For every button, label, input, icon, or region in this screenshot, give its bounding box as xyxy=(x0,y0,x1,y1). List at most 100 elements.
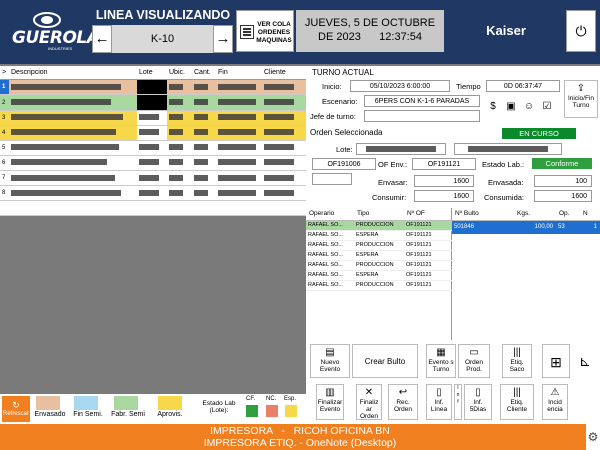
escenario-value: 6PERS CON K-1-6 PARADAS xyxy=(364,95,480,107)
cell-operario: RAFAEL SO... xyxy=(306,220,354,231)
col-header-cant[interactable]: Cant. xyxy=(192,66,216,81)
cell-fin xyxy=(216,185,262,201)
incidencia-button[interactable]: ⚠ Incid encia xyxy=(542,384,568,420)
of-value: OF191006 xyxy=(312,158,376,170)
col-header-kgs[interactable]: Kgs. xyxy=(514,208,556,221)
printer-footer[interactable]: IMPRESORA - RICOH OFICINA BN IMPRESORA E… xyxy=(0,424,600,450)
list-item[interactable]: RAFAEL SO... PRODUCCION OF191121 xyxy=(306,220,452,231)
table-row[interactable]: 4 xyxy=(0,125,306,141)
col-header-fin[interactable]: Fin xyxy=(216,66,262,81)
nuevo-evento-label: Nuevo Evento xyxy=(319,359,341,373)
inicio-label: Inicio: xyxy=(322,82,342,91)
printer-line[interactable]: IMPRESORA - RICOH OFICINA BN xyxy=(0,425,600,437)
gear-icon[interactable]: ⚙ xyxy=(586,424,600,450)
tiempo-value: 0D 06:37:47 xyxy=(486,80,560,92)
grid-icon: ▦ xyxy=(436,347,446,358)
person-icon[interactable]: ☺ xyxy=(522,100,536,114)
col-header-n[interactable]: N xyxy=(580,208,600,221)
rec-orden-label: Rec. Orden xyxy=(393,399,413,413)
eventos-turno-label: Evento s Turno xyxy=(428,359,454,373)
col-header-descripcion[interactable]: Descripcion xyxy=(9,66,137,81)
cell-operario: RAFAEL SO... xyxy=(306,270,354,281)
col-header-tipo[interactable]: Tipo xyxy=(354,208,404,221)
eventos-turno-button[interactable]: ▦ Evento s Turno xyxy=(426,344,456,378)
estado-lab-label: Estado Lab.: xyxy=(482,160,525,169)
calendar-icon[interactable]: ▣ xyxy=(504,100,518,114)
list-item[interactable]: RAFAEL SO... PRODUCCION OF191121 xyxy=(306,280,452,291)
report-icon: ▯ xyxy=(436,387,442,398)
crear-bulto-button[interactable]: Crear Bulto xyxy=(352,344,418,378)
of-env-label: OF Env.: xyxy=(378,160,408,169)
jefe-turno-value xyxy=(364,110,480,122)
cell-lote xyxy=(137,125,167,141)
row-number: 2 xyxy=(0,94,9,111)
cell-nof: OF191121 xyxy=(404,280,452,291)
etiq-saco-button[interactable]: ||| Etiq. Saco xyxy=(502,344,532,378)
finalizar-evento-button[interactable]: ▥ Finalizar Evento xyxy=(316,384,344,420)
info-marker[interactable]: Inf xyxy=(454,384,462,420)
col-header-ubic[interactable]: Ubic. xyxy=(167,66,192,81)
barcode-icon: ||| xyxy=(513,387,521,398)
col-header-op[interactable]: Op. xyxy=(556,208,580,221)
orden-prod-button[interactable]: ▭ Orden Prod. xyxy=(458,344,490,378)
estado-lab-value: Conforme xyxy=(532,158,592,169)
inicio-fin-turno-button[interactable]: ⇪ Inicio/Fin Turno xyxy=(564,80,598,118)
header-bar: GUEROLA INDUSTRIES LINEA VISUALIZANDO ← … xyxy=(0,0,600,64)
col-header-lote[interactable]: Lote xyxy=(137,66,167,81)
cell-ubic xyxy=(167,110,192,126)
list-item[interactable]: RAFAEL SO... PRODUCCION OF191121 xyxy=(306,260,452,271)
nuevo-evento-button[interactable]: ▤ Nuevo Evento xyxy=(310,344,350,378)
col-header-nof[interactable]: Nº OF xyxy=(404,208,452,221)
guerola-logo: GUEROLA INDUSTRIES xyxy=(6,10,100,54)
turno-title: TURNO ACTUAL xyxy=(312,68,374,77)
table-row[interactable]: 5 xyxy=(0,140,306,156)
next-line-button[interactable]: → xyxy=(213,25,233,53)
list-item[interactable]: 501846 100,00 53 1 xyxy=(452,220,600,234)
list-item[interactable]: RAFAEL SO... ESPERA OF191121 xyxy=(306,230,452,241)
envasada-value: 100 xyxy=(534,175,592,187)
cell-lote xyxy=(137,94,167,111)
list-item[interactable]: RAFAEL SO... ESPERA OF191121 xyxy=(306,270,452,281)
col-header-nbulto[interactable]: Nº Bulto xyxy=(452,208,514,221)
table-row[interactable]: 7 xyxy=(0,170,306,186)
prev-line-button[interactable]: ← xyxy=(92,25,112,53)
rec-orden-button[interactable]: ↩ Rec. Orden xyxy=(388,384,418,420)
estado-lab-legend-label: Estado Lab (Lote): xyxy=(202,400,236,414)
legend-swatch-aprovis xyxy=(158,396,182,410)
user-name: Kaiser xyxy=(486,23,526,38)
inf-5dias-button[interactable]: ▯ Inf. 5Dias xyxy=(464,384,492,420)
table-row[interactable]: 6 xyxy=(0,155,306,171)
col-header-cliente[interactable]: Cliente xyxy=(262,66,306,81)
refresh-button[interactable]: ↻ Refrescar xyxy=(2,396,30,422)
etiq-cliente-button[interactable]: ||| Etiq. Cliente xyxy=(500,384,534,420)
legend-swatch-fabr-semi xyxy=(114,396,138,410)
table-row[interactable]: 3 xyxy=(0,110,306,126)
forklift-button[interactable]: ⊾ xyxy=(572,344,598,378)
cell-nof: OF191121 xyxy=(404,220,452,231)
list-item[interactable]: RAFAEL SO... ESPERA OF191121 xyxy=(306,250,452,261)
finalizar-orden-button[interactable]: ✕ Finaliz ar Orden xyxy=(356,384,382,420)
checklist-icon[interactable]: ☑ xyxy=(540,100,554,114)
col-header-operario[interactable]: Operario xyxy=(306,208,354,221)
cell-ubic xyxy=(167,170,192,186)
of-extra-value xyxy=(312,173,352,185)
cell-descripcion xyxy=(9,155,137,171)
inf-linea-button[interactable]: ▯ Inf. Línea xyxy=(426,384,452,420)
table-row[interactable]: 2 xyxy=(0,94,306,111)
finalizar-evento-label: Finalizar Evento xyxy=(317,399,343,413)
legend-bar: ↻ Refrescar Envasado Fin Semi. Fabr. Sem… xyxy=(0,394,306,424)
table-row[interactable]: 8 xyxy=(0,185,306,201)
warning-icon: ⚠ xyxy=(550,387,560,398)
en-curso-badge: EN CURSO xyxy=(502,128,576,139)
view-machine-orders-button[interactable]: VER COLA ORDENES MAQUINAS xyxy=(236,10,294,52)
table-row[interactable]: 1 xyxy=(0,79,306,96)
power-icon[interactable]: ⏻ xyxy=(566,10,596,52)
inicio-value: 05/10/2023 6:00:00 xyxy=(350,80,450,92)
consumir-label: Consumir: xyxy=(372,193,407,202)
list-item[interactable]: RAFAEL SO... PRODUCCION OF191121 xyxy=(306,240,452,251)
dollar-icon[interactable]: $ xyxy=(486,100,500,114)
conveyor-button[interactable]: ⊞ xyxy=(542,344,570,378)
cell-tipo: ESPERA xyxy=(354,250,404,261)
cell-lote xyxy=(137,170,167,186)
label-printer-line[interactable]: IMPRESORA ETIQ. - OneNote (Desktop) xyxy=(0,437,600,449)
